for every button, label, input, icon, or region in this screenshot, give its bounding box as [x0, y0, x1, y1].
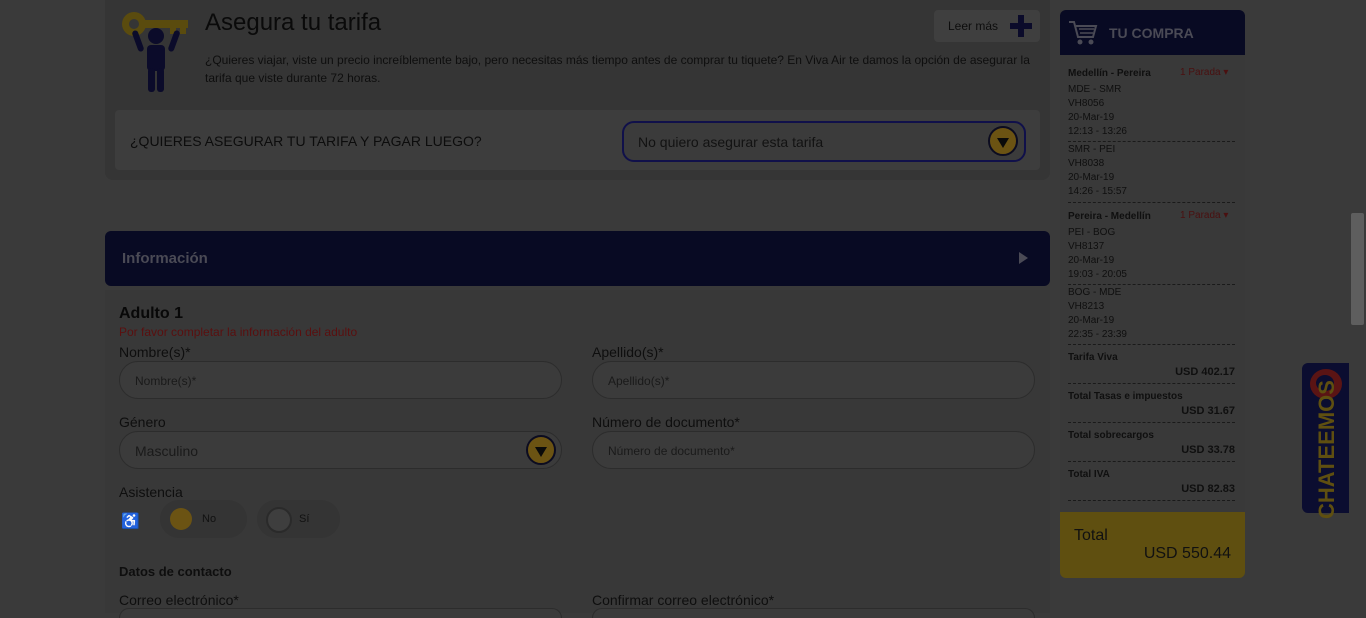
divider [1068, 141, 1235, 142]
chat-label: CHATEEMOS [1314, 380, 1339, 519]
information-section-header[interactable]: Información [105, 231, 1050, 286]
contact-data-title: Datos de contacto [119, 564, 232, 579]
fare-lock-select[interactable]: No quiero asegurar esta tarifa [622, 121, 1026, 162]
fare-lock-title: Asegura tu tarifa [205, 9, 382, 36]
read-more-label: Leer más [948, 19, 999, 33]
document-number-input[interactable]: Número de documento* [592, 431, 1035, 469]
confirm-email-label: Confirmar correo electrónico* [592, 592, 775, 608]
divider [1068, 284, 1235, 285]
assistance-yes-label: Sí [299, 513, 310, 525]
route-2-name: Pereira - Medellín [1068, 211, 1151, 222]
gender-label: Género [119, 414, 166, 430]
purchase-title: TU COMPRA [1109, 25, 1194, 41]
information-title: Información [122, 250, 208, 267]
gender-value: Masculino [135, 443, 199, 459]
divider [1068, 422, 1235, 423]
email-input[interactable] [119, 608, 562, 618]
assistance-no-option[interactable]: No [160, 500, 247, 538]
plus-icon [1010, 15, 1032, 37]
total-label: Total [1074, 527, 1108, 544]
segment-code: MDE - SMR [1068, 84, 1122, 95]
segment-date: 20-Mar-19 [1068, 315, 1115, 326]
assistance-yes-option[interactable]: Sí [257, 500, 340, 538]
fare-lock-question: ¿QUIERES ASEGURAR TU TARIFA Y PAGAR LUEG… [130, 133, 482, 149]
divider [1068, 202, 1235, 203]
confirm-email-input[interactable] [592, 608, 1035, 618]
adult-title: Adulto 1 [119, 305, 183, 322]
route-1-name: Medellín - Pereira [1068, 68, 1151, 79]
surcharges-value: USD 33.78 [1181, 444, 1235, 456]
scrollbar-thumb[interactable] [1351, 213, 1364, 325]
fare-lock-question-row: ¿QUIERES ASEGURAR TU TARIFA Y PAGAR LUEG… [115, 110, 1040, 170]
purchase-summary-header: TU COMPRA [1060, 10, 1245, 55]
chevron-down-icon[interactable] [526, 435, 556, 465]
segment-time: 12:13 - 13:26 [1068, 126, 1127, 137]
gender-select[interactable]: Masculino [119, 431, 562, 469]
document-number-placeholder: Número de documento* [608, 444, 735, 458]
read-more-button[interactable]: Leer más [934, 10, 1040, 42]
taxes-label: Total Tasas e impuestos [1068, 391, 1183, 402]
email-label: Correo electrónico* [119, 592, 239, 608]
divider [1068, 461, 1235, 462]
route-1-stops[interactable]: 1 Parada ▾ [1180, 67, 1228, 78]
total-value: USD 550.44 [1143, 545, 1231, 562]
cart-icon [1069, 21, 1098, 45]
iva-value: USD 82.83 [1181, 483, 1235, 495]
segment-code: PEI - BOG [1068, 227, 1116, 238]
segment-time: 14:26 - 15:57 [1068, 186, 1127, 197]
last-name-placeholder: Apellido(s)* [608, 374, 670, 388]
segment-code: BOG - MDE [1068, 287, 1122, 298]
fare-lock-select-value: No quiero asegurar esta tarifa [638, 134, 824, 150]
segment-time: 22:35 - 23:39 [1068, 329, 1127, 340]
first-name-label: Nombre(s)* [119, 344, 191, 360]
iva-label: Total IVA [1068, 469, 1110, 480]
surcharges-label: Total sobrecargos [1068, 430, 1154, 441]
segment-date: 20-Mar-19 [1068, 255, 1115, 266]
chevron-down-icon[interactable] [988, 126, 1018, 156]
last-name-input[interactable]: Apellido(s)* [592, 361, 1035, 399]
segment-date: 20-Mar-19 [1068, 172, 1115, 183]
last-name-label: Apellido(s)* [592, 344, 664, 360]
divider [1068, 344, 1235, 345]
taxes-value: USD 31.67 [1181, 405, 1235, 417]
segment-code: SMR - PEI [1068, 144, 1116, 155]
first-name-input[interactable]: Nombre(s)* [119, 361, 562, 399]
radio-selected-icon [170, 508, 192, 530]
total-box: Total USD 550.44 [1060, 512, 1245, 578]
divider [1068, 500, 1235, 501]
segment-flight: VH8038 [1068, 158, 1105, 169]
segment-flight: VH8137 [1068, 241, 1105, 252]
fare-label: Tarifa Viva [1068, 352, 1118, 363]
segment-flight: VH8213 [1068, 301, 1105, 312]
assistance-label: Asistencia [119, 484, 183, 500]
segment-flight: VH8056 [1068, 98, 1105, 109]
fare-value: USD 402.17 [1175, 366, 1235, 378]
radio-unselected-icon [266, 507, 292, 533]
document-number-label: Número de documento* [592, 414, 740, 430]
expand-arrow-icon[interactable] [1019, 252, 1028, 264]
segment-time: 19:03 - 20:05 [1068, 269, 1127, 280]
key-person-icon [122, 12, 188, 92]
route-2-stops[interactable]: 1 Parada ▾ [1180, 210, 1228, 221]
fare-lock-description: ¿Quieres viajar, viste un precio increíb… [205, 53, 1030, 85]
first-name-placeholder: Nombre(s)* [135, 374, 197, 388]
wheelchair-icon: ♿ [121, 513, 140, 530]
assistance-no-label: No [202, 513, 217, 525]
segment-date: 20-Mar-19 [1068, 112, 1115, 123]
divider [1068, 383, 1235, 384]
chat-widget[interactable]: CHATEEMOS [1302, 363, 1352, 519]
adult-warning: Por favor completar la información del a… [119, 325, 358, 339]
